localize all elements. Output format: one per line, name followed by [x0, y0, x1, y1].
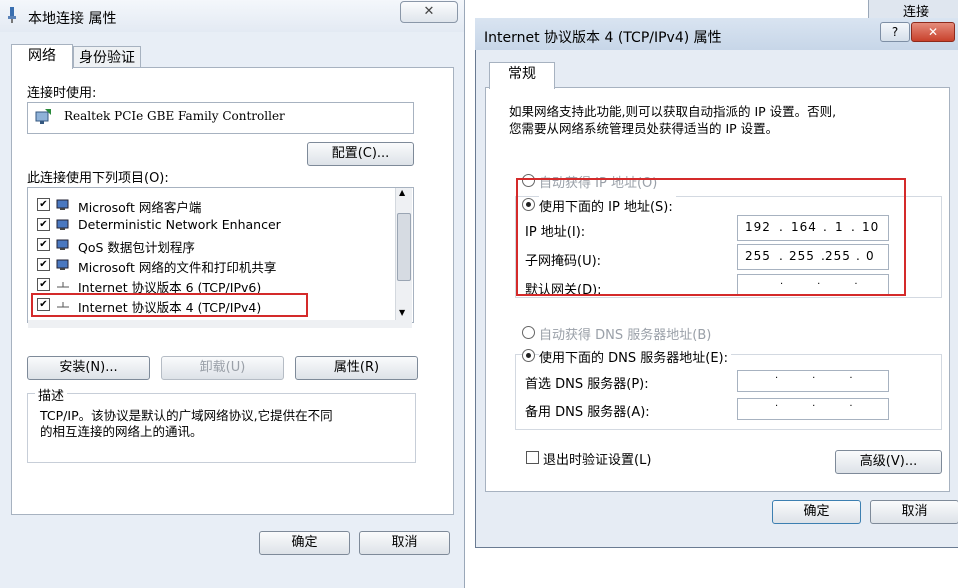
- item-checkbox[interactable]: ✔: [37, 238, 50, 251]
- right-close-button[interactable]: ✕: [911, 22, 955, 42]
- item-checkbox[interactable]: ✔: [37, 218, 50, 231]
- advanced-button[interactable]: 高级(V)...: [835, 450, 942, 474]
- component-icon: [56, 259, 70, 271]
- tab-authentication[interactable]: 身份验证: [73, 46, 141, 68]
- list-item[interactable]: ✔ Internet 协议版本 6 (TCP/IPv6): [32, 276, 392, 295]
- network-icon: [8, 7, 16, 23]
- list-item-label: Deterministic Network Enhancer: [78, 217, 281, 232]
- list-item-label: Microsoft 网络的文件和打印机共享: [78, 260, 277, 275]
- alternate-dns-dots: ...: [775, 398, 887, 409]
- help-button[interactable]: ?: [880, 22, 910, 42]
- list-item[interactable]: ✔ Microsoft 网络客户端: [32, 196, 392, 215]
- right-ok-button[interactable]: 确定: [772, 500, 861, 524]
- items-label: 此连接使用下列项目(O):: [27, 171, 169, 186]
- item-checkbox[interactable]: ✔: [37, 278, 50, 291]
- manual-dns-label: 使用下面的 DNS 服务器地址(E):: [539, 347, 731, 366]
- component-icon: [56, 219, 70, 231]
- tab-network[interactable]: 网络: [11, 44, 73, 69]
- left-ok-button[interactable]: 确定: [259, 531, 350, 555]
- component-icon: [56, 239, 70, 251]
- connect-using-label: 连接时使用:: [27, 86, 97, 101]
- scroll-down-arrow[interactable]: ▼: [399, 308, 405, 317]
- right-cancel-button[interactable]: 取消: [870, 500, 958, 524]
- list-item[interactable]: ✔ Deterministic Network Enhancer: [32, 216, 392, 234]
- uninstall-button[interactable]: 卸载(U): [161, 356, 284, 380]
- item-checkbox[interactable]: ✔: [37, 258, 50, 271]
- validate-checkbox[interactable]: [526, 451, 539, 464]
- scrollbar-thumb[interactable]: [397, 213, 411, 281]
- auto-dns-label: 自动获得 DNS 服务器地址(B): [539, 328, 712, 343]
- properties-button[interactable]: 属性(R): [295, 356, 418, 380]
- ip-settings-highlight: [516, 178, 906, 296]
- scroll-up-arrow[interactable]: ▲: [399, 188, 405, 197]
- right-window-title: Internet 协议版本 4 (TCP/IPv4) 属性: [484, 30, 722, 46]
- items-hscrollbar[interactable]: [28, 320, 412, 328]
- preferred-dns-label: 首选 DNS 服务器(P):: [525, 377, 649, 392]
- alternate-dns-label: 备用 DNS 服务器(A):: [525, 405, 650, 420]
- adapter-icon: [35, 109, 51, 125]
- list-item[interactable]: ✔ QoS 数据包计划程序: [32, 236, 392, 255]
- ipv4-highlight: [31, 293, 308, 317]
- list-item[interactable]: ✔ Microsoft 网络的文件和打印机共享: [32, 256, 392, 275]
- description-text-line2: 的相互连接的网络上的通讯。: [40, 424, 203, 439]
- preferred-dns-dots: ...: [775, 370, 887, 381]
- left-window-title: 本地连接 属性: [28, 11, 117, 27]
- list-item-label: QoS 数据包计划程序: [78, 240, 195, 255]
- validate-label: 退出时验证设置(L): [543, 453, 652, 468]
- description-label: 描述: [35, 385, 68, 404]
- tab-general[interactable]: 常规: [489, 62, 555, 89]
- install-button[interactable]: 安装(N)...: [27, 356, 150, 380]
- left-close-button[interactable]: ✕: [400, 1, 458, 23]
- protocol-icon: [56, 279, 70, 291]
- adapter-name: Realtek PCIe GBE Family Controller: [64, 109, 285, 123]
- list-item-label: Microsoft 网络客户端: [78, 200, 202, 215]
- component-icon: [56, 199, 70, 211]
- left-cancel-button[interactable]: 取消: [359, 531, 450, 555]
- configure-button[interactable]: 配置(C)...: [307, 142, 414, 166]
- intro-line2: 您需要从网络系统管理员处获得适当的 IP 设置。: [509, 121, 779, 136]
- auto-dns-radio[interactable]: [522, 326, 535, 339]
- item-checkbox[interactable]: ✔: [37, 198, 50, 211]
- manual-dns-radio[interactable]: [522, 349, 535, 362]
